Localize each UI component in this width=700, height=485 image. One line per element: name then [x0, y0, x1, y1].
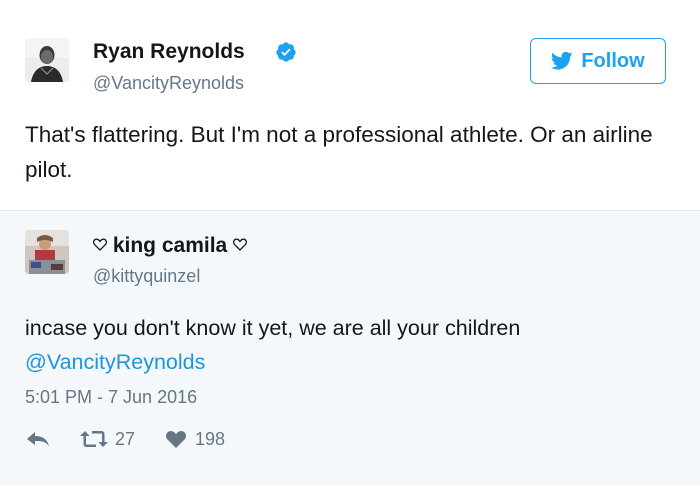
retweet-button[interactable]: 27 [79, 429, 135, 450]
author-handle[interactable]: @VancityReynolds [93, 73, 244, 94]
like-count: 198 [195, 428, 226, 449]
follow-button[interactable]: Follow [530, 38, 666, 84]
reply-author-handle[interactable]: @kittyquinzel [93, 266, 200, 287]
reply-author-name[interactable]: king camila [93, 234, 248, 258]
reply-button[interactable] [25, 429, 51, 449]
reply-timestamp[interactable]: 5:01 PM - 7 Jun 2016 [25, 387, 197, 408]
author-name[interactable]: Ryan Reynolds [93, 40, 245, 64]
reply-text: incase you don't know it yet, we are all… [25, 311, 665, 379]
main-tweet: Ryan Reynolds @VancityReynolds Follow Th… [0, 0, 700, 210]
retweet-count: 27 [115, 428, 136, 449]
reply-body: incase you don't know it yet, we are all… [25, 316, 521, 340]
reply-avatar[interactable] [25, 230, 69, 274]
mention-link[interactable]: @VancityReynolds [25, 350, 205, 374]
like-button[interactable]: 198 [165, 429, 225, 450]
avatar[interactable] [25, 38, 69, 82]
reply-icon [27, 432, 49, 446]
like-icon [166, 430, 187, 448]
retweet-icon [80, 431, 108, 447]
reply-author-label: king camila [112, 234, 228, 257]
heart-outline-icon [233, 238, 248, 251]
tweet-text: That's flattering. But I'm not a profess… [25, 122, 653, 182]
action-bar: 27 198 [25, 425, 225, 453]
heart-outline-icon [93, 238, 107, 251]
twitter-bird-icon [551, 51, 573, 70]
verified-badge-icon [276, 42, 296, 62]
follow-label: Follow [581, 49, 645, 72]
